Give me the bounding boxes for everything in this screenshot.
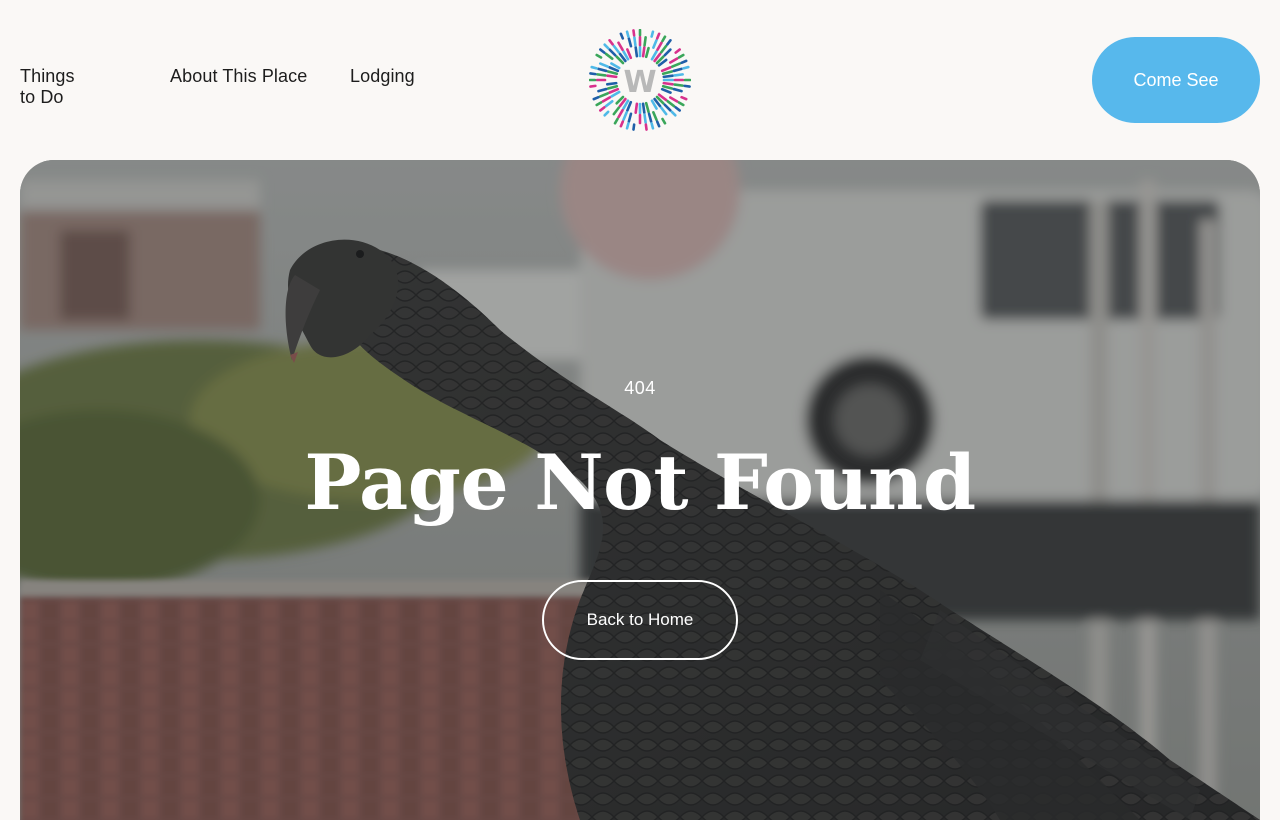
logo-letter: W: [623, 65, 656, 100]
logo-ray: [604, 52, 614, 60]
logo-ray: [655, 32, 661, 40]
logo-ray: [655, 120, 661, 128]
logo-ray: [632, 29, 636, 37]
logo-ray: [598, 62, 609, 68]
logo-ray: [643, 113, 647, 124]
logo-ray: [606, 70, 619, 76]
logo-ray: [661, 70, 674, 76]
nav-link-about-this-place[interactable]: About This Place: [170, 66, 307, 87]
logo-ray: [677, 53, 685, 59]
logo-ray: [669, 96, 679, 103]
logo-ray: [606, 84, 619, 90]
come-see-button[interactable]: Come See: [1092, 37, 1260, 123]
logo-ray: [680, 95, 688, 101]
logo-ray: [673, 73, 684, 77]
logo-ray: [677, 101, 685, 107]
logo-ray: [644, 101, 650, 114]
logo-ray: [662, 81, 675, 86]
logo-ray: [627, 37, 633, 48]
logo-ray: [650, 30, 655, 38]
logo-ray: [663, 103, 672, 112]
logo-ray: [662, 74, 675, 79]
logo-ray: [625, 122, 630, 130]
logo-ray: [595, 53, 603, 59]
logo-ray: [590, 65, 598, 70]
logo-ray: [633, 36, 637, 47]
logo-ray: [634, 102, 639, 115]
logo-ray: [674, 48, 681, 54]
logo-ray: [617, 41, 624, 51]
logo-ray: [601, 96, 611, 103]
logo-ray: [643, 36, 647, 47]
logo-ray: [647, 112, 653, 123]
logo-ray: [612, 106, 620, 116]
logo-ray: [680, 59, 688, 65]
hero-section: 404 Page Not Found Back to Home: [20, 160, 1260, 820]
logo-ray: [652, 111, 658, 122]
nav-link-lodging[interactable]: Lodging: [350, 66, 415, 87]
logo-ray: [672, 67, 683, 73]
logo-ray: [673, 83, 684, 87]
logo-ray: [592, 95, 600, 101]
logo-ray: [661, 84, 674, 90]
logo-ray: [682, 65, 690, 70]
logo-ray: [671, 62, 682, 68]
logo-ray: [604, 100, 614, 108]
logo-ray: [608, 39, 614, 46]
logo-ray: [641, 102, 646, 115]
logo-ray: [603, 43, 610, 50]
logo-ray: [622, 111, 628, 122]
site-header: Things to Do About This Place Lodging W …: [0, 0, 1280, 160]
logo-ray: [619, 32, 625, 40]
logo-ray: [656, 41, 663, 51]
logo-ray: [598, 92, 609, 98]
logo-ray: [596, 73, 607, 77]
logo-ray: [666, 39, 672, 46]
logo-ray: [644, 46, 650, 59]
logo-ray: [669, 57, 679, 64]
logo-ray: [597, 67, 608, 73]
logo-ray: [660, 66, 672, 73]
logo-ray: [663, 48, 672, 57]
page-title: Page Not Found: [304, 438, 976, 527]
logo-ray: [660, 44, 668, 54]
logo-ray: [599, 106, 606, 112]
logo-ray: [641, 45, 646, 58]
logo-ray: [660, 87, 672, 94]
logo-ray: [613, 117, 619, 125]
logo-ray: [672, 87, 683, 93]
nav-link-things-to-do[interactable]: Things to Do: [20, 66, 75, 108]
logo-ray: [650, 122, 655, 130]
logo-ray: [661, 35, 667, 43]
back-to-home-button[interactable]: Back to Home: [542, 580, 738, 660]
logo-ray: [589, 72, 597, 76]
logo-ray: [597, 87, 608, 93]
logo-ray: [617, 109, 624, 119]
logo-ray: [634, 45, 639, 58]
logo-ray: [625, 30, 630, 38]
logo-ray: [660, 106, 668, 116]
logo-ray: [595, 101, 603, 107]
logo-ray: [644, 123, 648, 131]
logo-ray: [661, 117, 667, 125]
logo-ray: [666, 100, 676, 108]
sunburst-logo-icon: W: [588, 28, 692, 131]
logo-ray: [608, 48, 617, 57]
logo-ray: [670, 110, 677, 117]
logo-ray: [605, 74, 618, 79]
logo-ray: [589, 84, 597, 88]
logo-ray: [627, 112, 633, 123]
logo-ray: [603, 110, 610, 117]
logo-ray: [599, 48, 606, 54]
logo-ray: [683, 84, 691, 88]
logo-ray: [674, 106, 681, 112]
logo-ray: [619, 120, 625, 128]
logo-ray: [652, 38, 658, 49]
logo-ray: [605, 81, 618, 86]
error-code: 404: [624, 378, 656, 398]
site-logo[interactable]: W: [588, 28, 692, 131]
logo-ray: [632, 123, 636, 131]
logo-ray: [612, 44, 620, 54]
